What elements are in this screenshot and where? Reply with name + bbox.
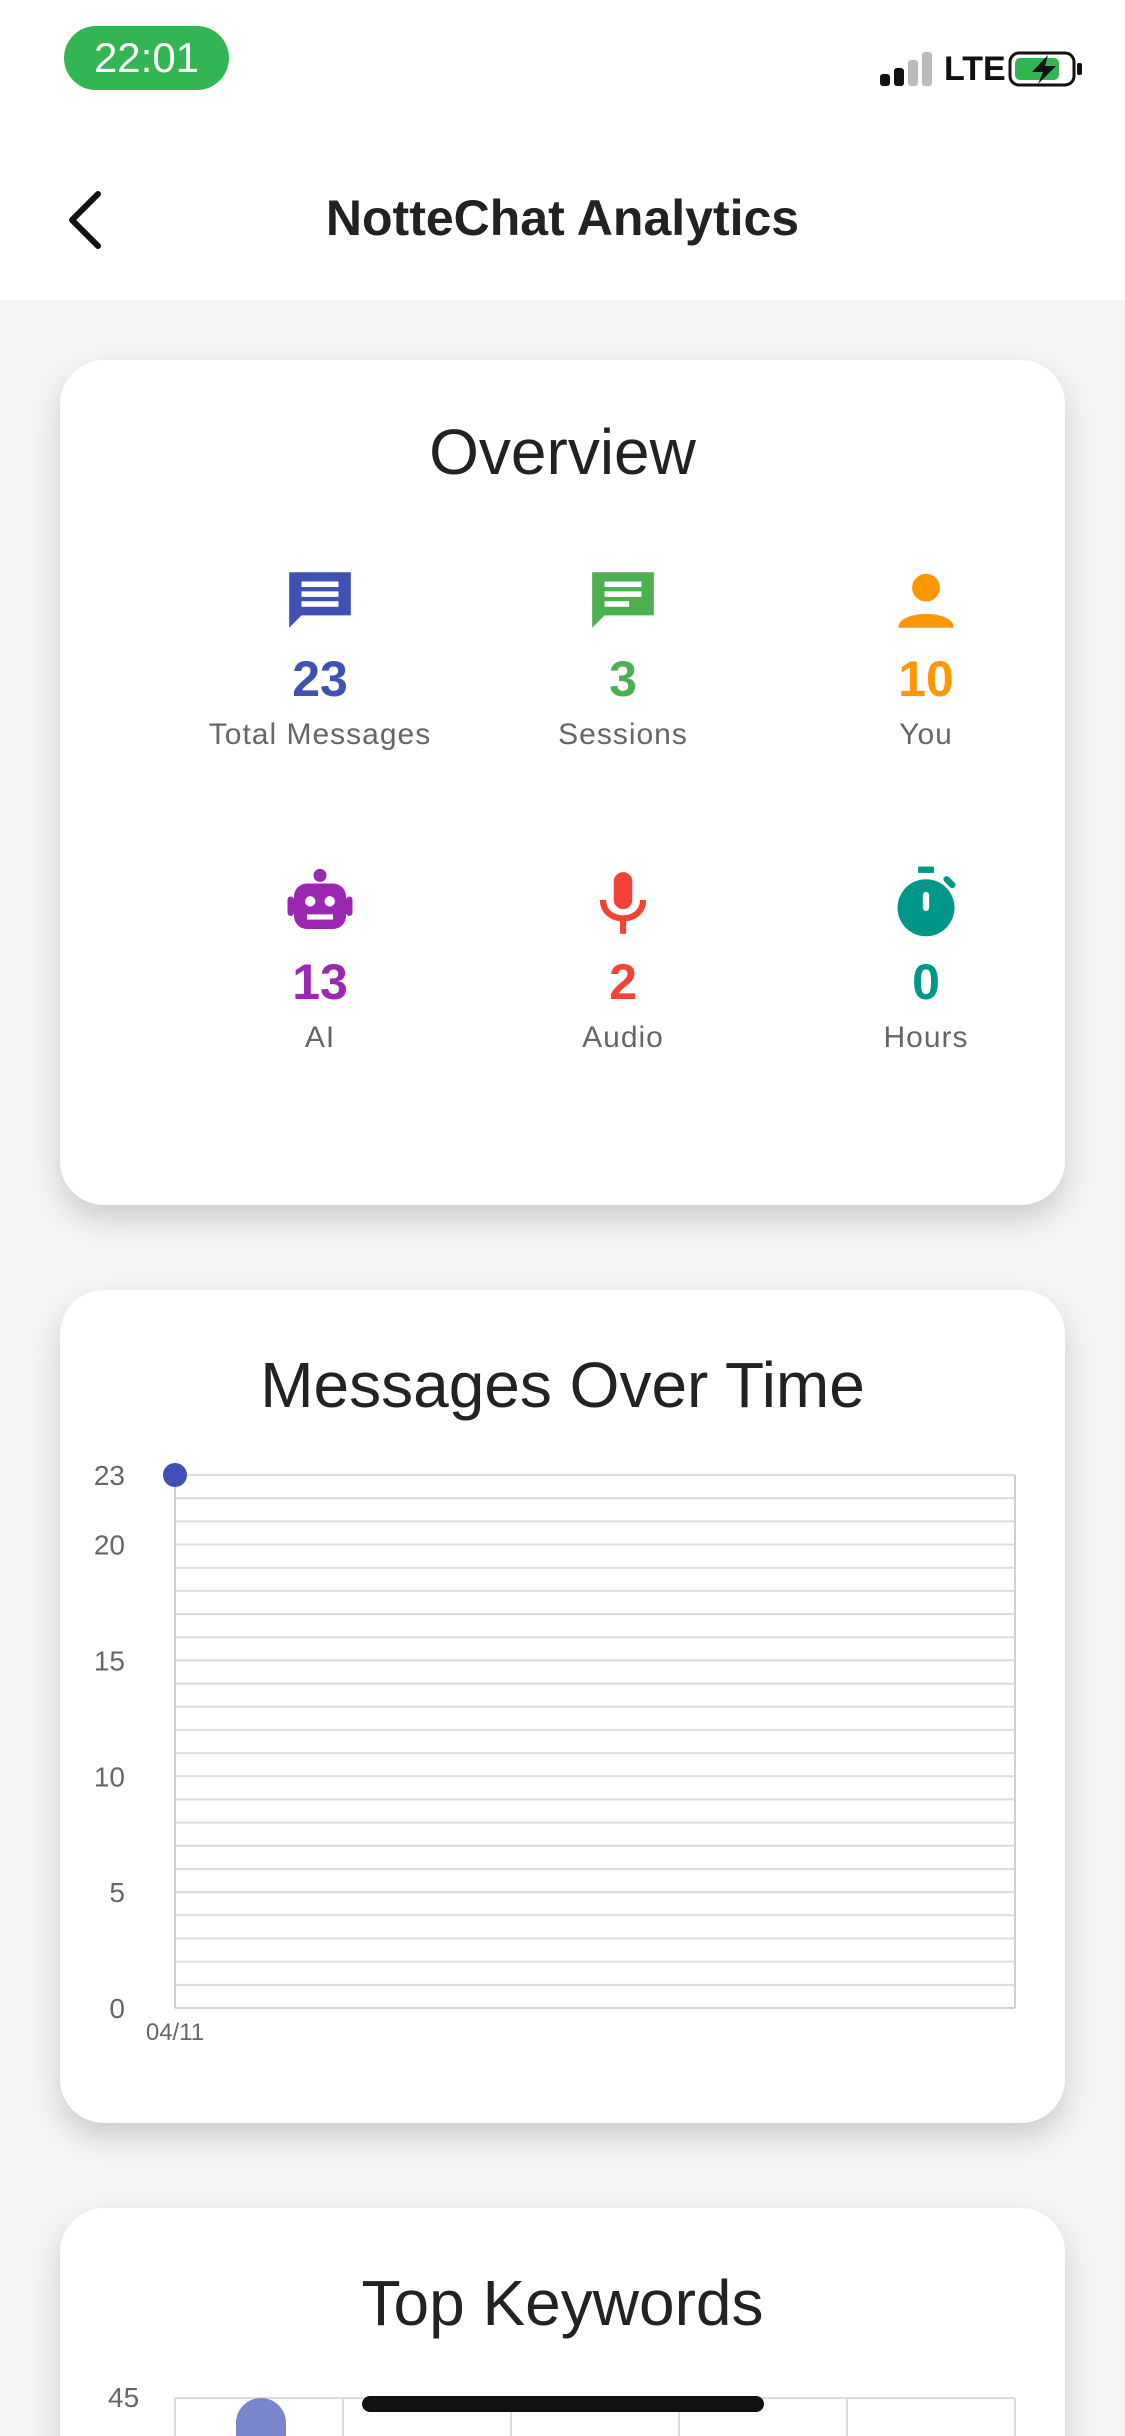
stat-audio: 2 Audio (473, 863, 773, 1055)
person-icon (898, 573, 954, 628)
chevron-left-icon (69, 191, 101, 249)
stat-label: AI (304, 1021, 336, 1054)
stat-label: Sessions (558, 718, 688, 751)
y-tick-label: 10 (94, 1761, 125, 1792)
stat-label: You (899, 718, 953, 751)
status-time: 22:01 (64, 26, 229, 90)
stat-sessions: 3 Sessions (473, 560, 773, 752)
messages-line-chart: 0 5 10 15 20 23 04/11 (94, 1460, 1016, 2046)
message-icon (289, 572, 351, 628)
y-tick-label: 23 (94, 1460, 125, 1491)
stat-label: Total Messages (208, 718, 432, 751)
stat-value: 23 (292, 651, 348, 707)
timer-icon (897, 866, 956, 937)
microphone-icon (599, 872, 647, 934)
stat-value: 3 (609, 651, 637, 707)
battery-charging-icon (1008, 51, 1082, 87)
stat-total-messages: 23 Total Messages (170, 560, 470, 752)
data-point (163, 1463, 187, 1487)
back-button[interactable] (52, 182, 116, 258)
y-tick-label: 20 (94, 1530, 125, 1561)
robot-icon (287, 868, 353, 929)
stat-label: Hours (883, 1021, 969, 1054)
stat-value: 10 (898, 651, 954, 707)
stat-hours: 0 Hours (776, 863, 1076, 1055)
page-title: NotteChat Analytics (325, 189, 800, 246)
y-tick-label: 15 (94, 1645, 125, 1676)
keywords-bar (236, 2398, 286, 2436)
stat-value: 13 (292, 954, 348, 1010)
stat-you: 10 You (776, 560, 1076, 752)
stat-value: 0 (912, 954, 940, 1010)
y-tick-label: 5 (109, 1877, 125, 1908)
home-indicator[interactable] (362, 2396, 764, 2412)
stat-ai: 13 AI (170, 863, 470, 1055)
overview-title: Overview (429, 416, 696, 488)
y-tick-label: 0 (109, 1993, 125, 2024)
network-type: LTE (944, 50, 1006, 88)
cellular-signal-icon (880, 52, 936, 86)
status-bar: 22:01 LTE (0, 0, 1125, 140)
stat-label: Audio (582, 1021, 664, 1054)
navigation-bar: NotteChat Analytics (0, 140, 1125, 300)
x-tick-label: 04/11 (146, 2019, 204, 2046)
messages-over-time-card: Messages Over Time 0 5 10 15 20 23 04/11 (60, 1290, 1065, 2123)
overview-card: Overview 23 Total Messages 3 Sessions 10… (60, 360, 1065, 1205)
stat-value: 2 (609, 954, 637, 1010)
chat-icon (592, 572, 654, 628)
